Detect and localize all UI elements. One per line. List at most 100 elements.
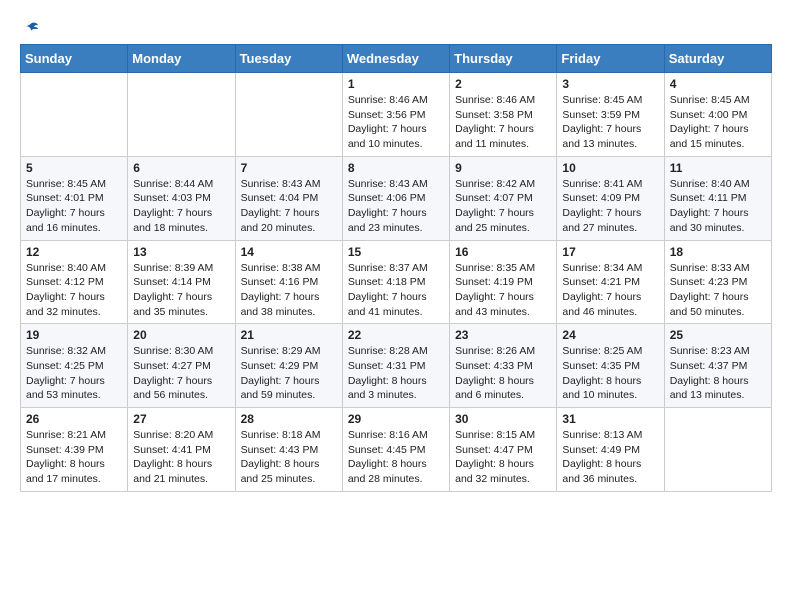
calendar-cell: 19 Sunrise: 8:32 AMSunset: 4:25 PMDayligh… bbox=[21, 324, 128, 408]
logo-bird-icon bbox=[22, 20, 40, 38]
calendar-cell: 2Sunrise: 8:46 AMSunset: 3:58 PMDaylight… bbox=[450, 73, 557, 157]
day-number: 6 bbox=[133, 161, 229, 175]
calendar-cell bbox=[235, 73, 342, 157]
day-info: Sunrise: 8:29 AMSunset: 4:29 PMDaylight:… bbox=[241, 344, 337, 403]
day-number: 30 bbox=[455, 412, 551, 426]
calendar-cell: 29Sunrise: 8:16 AMSunset: 4:45 PMDayligh… bbox=[342, 408, 449, 492]
calendar-cell: 31 Sunrise: 8:13 AMSunset: 4:49 PMDayligh… bbox=[557, 408, 664, 492]
calendar-cell: 10 Sunrise: 8:41 AMSunset: 4:09 PMDayligh… bbox=[557, 156, 664, 240]
calendar-cell: 4 Sunrise: 8:45 AMSunset: 4:00 PMDaylight… bbox=[664, 73, 771, 157]
day-number: 31 bbox=[562, 412, 658, 426]
calendar-cell: 25 Sunrise: 8:23 AMSunset: 4:37 PMDayligh… bbox=[664, 324, 771, 408]
day-info: Sunrise: 8:46 AMSunset: 3:56 PMDaylight:… bbox=[348, 93, 444, 152]
day-info: Sunrise: 8:41 AMSunset: 4:09 PMDaylight:… bbox=[562, 177, 658, 236]
calendar-cell: 22 Sunrise: 8:28 AMSunset: 4:31 PMDayligh… bbox=[342, 324, 449, 408]
day-info: Sunrise: 8:28 AMSunset: 4:31 PMDaylight:… bbox=[348, 344, 444, 403]
calendar-cell: 3 Sunrise: 8:45 AMSunset: 3:59 PMDaylight… bbox=[557, 73, 664, 157]
day-info: Sunrise: 8:13 AMSunset: 4:49 PMDaylight:… bbox=[562, 428, 658, 487]
day-number: 10 bbox=[562, 161, 658, 175]
day-number: 26 bbox=[26, 412, 122, 426]
day-number: 15 bbox=[348, 245, 444, 259]
calendar-cell: 26 Sunrise: 8:21 AMSunset: 4:39 PMDayligh… bbox=[21, 408, 128, 492]
calendar-cell: 1 Sunrise: 8:46 AMSunset: 3:56 PMDaylight… bbox=[342, 73, 449, 157]
day-info: Sunrise: 8:25 AMSunset: 4:35 PMDaylight:… bbox=[562, 344, 658, 403]
day-number: 21 bbox=[241, 328, 337, 342]
day-number: 25 bbox=[670, 328, 766, 342]
day-number: 28 bbox=[241, 412, 337, 426]
day-info: Sunrise: 8:38 AMSunset: 4:16 PMDaylight:… bbox=[241, 261, 337, 320]
day-info: Sunrise: 8:23 AMSunset: 4:37 PMDaylight:… bbox=[670, 344, 766, 403]
day-number: 16 bbox=[455, 245, 551, 259]
calendar: SundayMondayTuesdayWednesdayThursdayFrid… bbox=[20, 44, 772, 492]
calendar-cell: 21 Sunrise: 8:29 AMSunset: 4:29 PMDayligh… bbox=[235, 324, 342, 408]
day-info: Sunrise: 8:35 AMSunset: 4:19 PMDaylight:… bbox=[455, 261, 551, 320]
day-info: Sunrise: 8:43 AMSunset: 4:06 PMDaylight:… bbox=[348, 177, 444, 236]
day-info: Sunrise: 8:43 AMSunset: 4:04 PMDaylight:… bbox=[241, 177, 337, 236]
day-number: 12 bbox=[26, 245, 122, 259]
day-number: 13 bbox=[133, 245, 229, 259]
calendar-cell: 28 Sunrise: 8:18 AMSunset: 4:43 PMDayligh… bbox=[235, 408, 342, 492]
weekday-header-friday: Friday bbox=[557, 45, 664, 73]
day-number: 9 bbox=[455, 161, 551, 175]
day-number: 4 bbox=[670, 77, 766, 91]
day-info: Sunrise: 8:42 AMSunset: 4:07 PMDaylight:… bbox=[455, 177, 551, 236]
day-number: 20 bbox=[133, 328, 229, 342]
day-number: 17 bbox=[562, 245, 658, 259]
calendar-cell: 6 Sunrise: 8:44 AMSunset: 4:03 PMDaylight… bbox=[128, 156, 235, 240]
day-number: 1 bbox=[348, 77, 444, 91]
day-info: Sunrise: 8:44 AMSunset: 4:03 PMDaylight:… bbox=[133, 177, 229, 236]
day-info: Sunrise: 8:45 AMSunset: 4:01 PMDaylight:… bbox=[26, 177, 122, 236]
day-number: 8 bbox=[348, 161, 444, 175]
calendar-cell bbox=[128, 73, 235, 157]
day-info: Sunrise: 8:30 AMSunset: 4:27 PMDaylight:… bbox=[133, 344, 229, 403]
day-number: 19 bbox=[26, 328, 122, 342]
calendar-cell: 14 Sunrise: 8:38 AMSunset: 4:16 PMDayligh… bbox=[235, 240, 342, 324]
calendar-cell: 13 Sunrise: 8:39 AMSunset: 4:14 PMDayligh… bbox=[128, 240, 235, 324]
day-info: Sunrise: 8:45 AMSunset: 3:59 PMDaylight:… bbox=[562, 93, 658, 152]
logo bbox=[20, 20, 40, 34]
calendar-cell: 12Sunrise: 8:40 AMSunset: 4:12 PMDayligh… bbox=[21, 240, 128, 324]
day-number: 24 bbox=[562, 328, 658, 342]
day-number: 14 bbox=[241, 245, 337, 259]
calendar-cell: 27 Sunrise: 8:20 AMSunset: 4:41 PMDayligh… bbox=[128, 408, 235, 492]
day-info: Sunrise: 8:21 AMSunset: 4:39 PMDaylight:… bbox=[26, 428, 122, 487]
day-number: 5 bbox=[26, 161, 122, 175]
header bbox=[20, 20, 772, 34]
day-info: Sunrise: 8:26 AMSunset: 4:33 PMDaylight:… bbox=[455, 344, 551, 403]
day-info: Sunrise: 8:18 AMSunset: 4:43 PMDaylight:… bbox=[241, 428, 337, 487]
calendar-cell: 23 Sunrise: 8:26 AMSunset: 4:33 PMDayligh… bbox=[450, 324, 557, 408]
day-number: 18 bbox=[670, 245, 766, 259]
day-info: Sunrise: 8:32 AMSunset: 4:25 PMDaylight:… bbox=[26, 344, 122, 403]
weekday-header-tuesday: Tuesday bbox=[235, 45, 342, 73]
calendar-cell bbox=[664, 408, 771, 492]
day-info: Sunrise: 8:46 AMSunset: 3:58 PMDaylight:… bbox=[455, 93, 551, 152]
day-info: Sunrise: 8:45 AMSunset: 4:00 PMDaylight:… bbox=[670, 93, 766, 152]
calendar-cell: 15 Sunrise: 8:37 AMSunset: 4:18 PMDayligh… bbox=[342, 240, 449, 324]
day-number: 29 bbox=[348, 412, 444, 426]
calendar-cell: 7 Sunrise: 8:43 AMSunset: 4:04 PMDaylight… bbox=[235, 156, 342, 240]
day-number: 3 bbox=[562, 77, 658, 91]
weekday-header-thursday: Thursday bbox=[450, 45, 557, 73]
day-info: Sunrise: 8:15 AMSunset: 4:47 PMDaylight:… bbox=[455, 428, 551, 487]
day-info: Sunrise: 8:20 AMSunset: 4:41 PMDaylight:… bbox=[133, 428, 229, 487]
day-number: 7 bbox=[241, 161, 337, 175]
calendar-cell: 9 Sunrise: 8:42 AMSunset: 4:07 PMDaylight… bbox=[450, 156, 557, 240]
day-info: Sunrise: 8:34 AMSunset: 4:21 PMDaylight:… bbox=[562, 261, 658, 320]
calendar-cell: 18Sunrise: 8:33 AMSunset: 4:23 PMDayligh… bbox=[664, 240, 771, 324]
weekday-header-wednesday: Wednesday bbox=[342, 45, 449, 73]
calendar-cell bbox=[21, 73, 128, 157]
calendar-cell: 8 Sunrise: 8:43 AMSunset: 4:06 PMDaylight… bbox=[342, 156, 449, 240]
calendar-cell: 24 Sunrise: 8:25 AMSunset: 4:35 PMDayligh… bbox=[557, 324, 664, 408]
day-number: 23 bbox=[455, 328, 551, 342]
weekday-header-sunday: Sunday bbox=[21, 45, 128, 73]
day-number: 11 bbox=[670, 161, 766, 175]
calendar-cell: 16 Sunrise: 8:35 AMSunset: 4:19 PMDayligh… bbox=[450, 240, 557, 324]
calendar-cell: 5 Sunrise: 8:45 AMSunset: 4:01 PMDaylight… bbox=[21, 156, 128, 240]
day-number: 27 bbox=[133, 412, 229, 426]
day-info: Sunrise: 8:39 AMSunset: 4:14 PMDaylight:… bbox=[133, 261, 229, 320]
calendar-cell: 17 Sunrise: 8:34 AMSunset: 4:21 PMDayligh… bbox=[557, 240, 664, 324]
calendar-cell: 11 Sunrise: 8:40 AMSunset: 4:11 PMDayligh… bbox=[664, 156, 771, 240]
day-info: Sunrise: 8:37 AMSunset: 4:18 PMDaylight:… bbox=[348, 261, 444, 320]
day-info: Sunrise: 8:40 AMSunset: 4:11 PMDaylight:… bbox=[670, 177, 766, 236]
day-number: 22 bbox=[348, 328, 444, 342]
